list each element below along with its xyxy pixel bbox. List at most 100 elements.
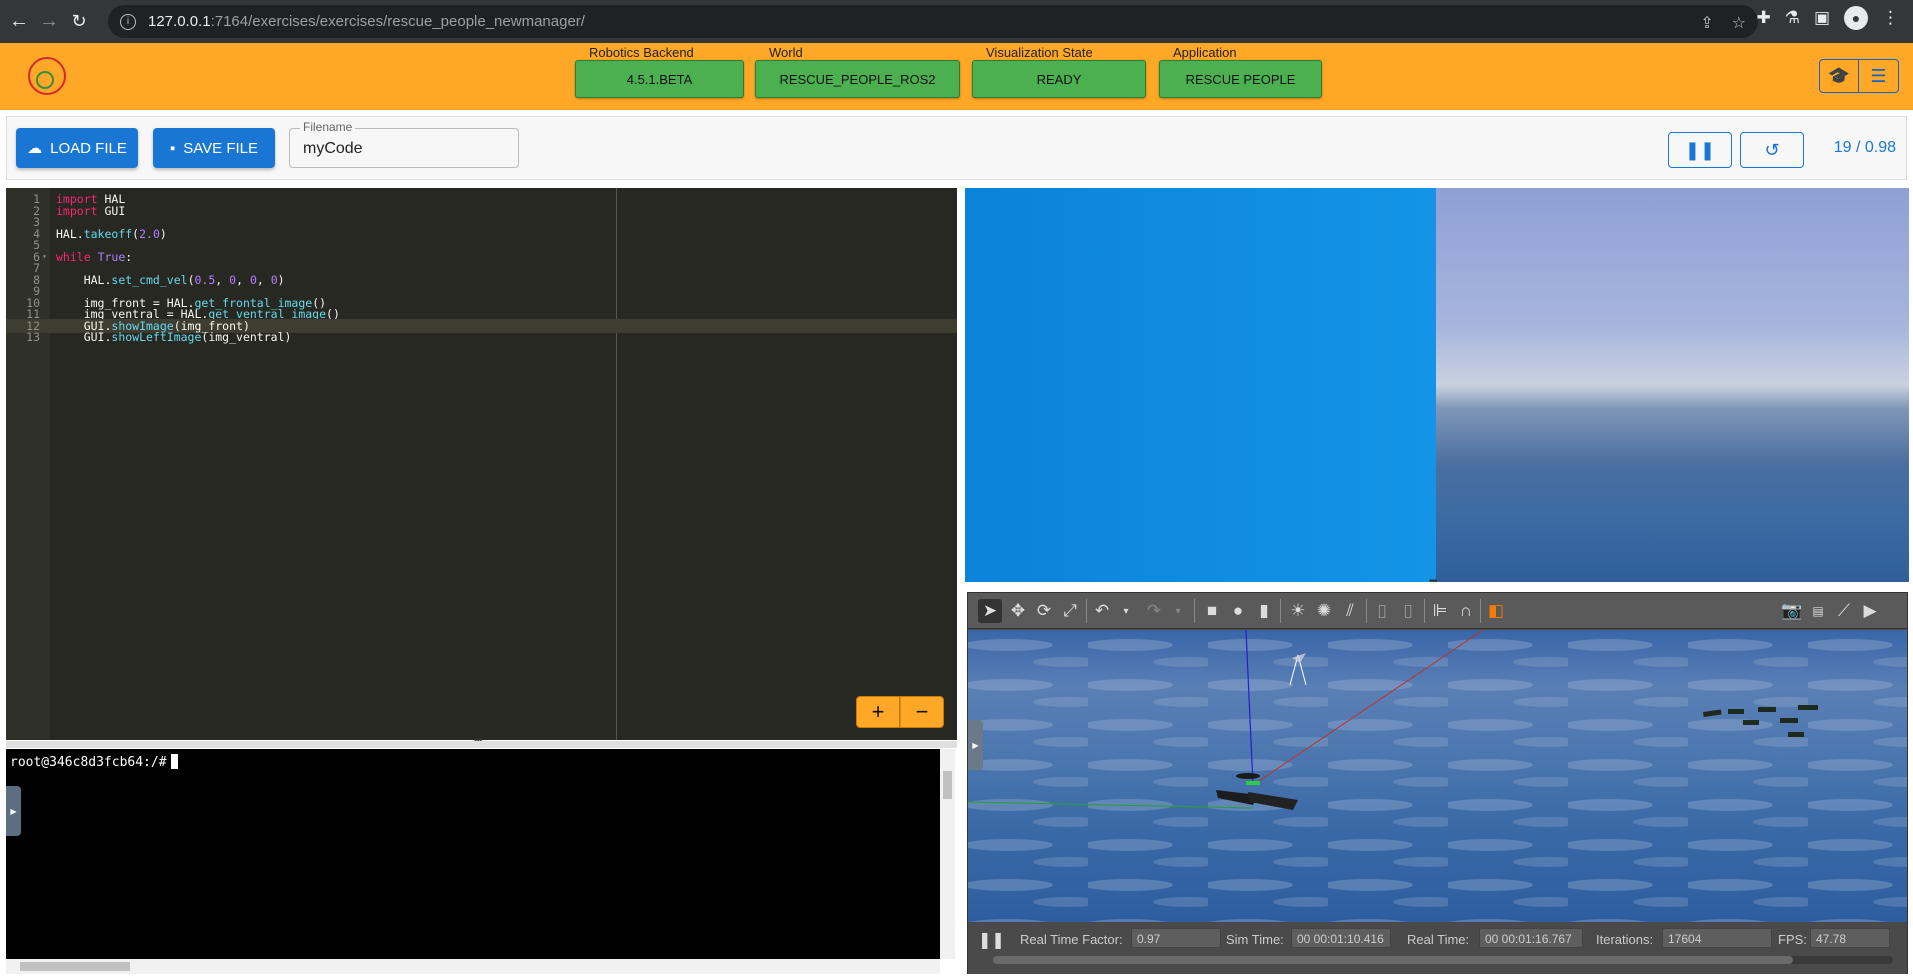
rtf-label: Real Time Factor: [1020, 932, 1123, 947]
status-visualization: Visualization State READY [972, 45, 1146, 98]
translate-move-icon[interactable]: ✥ [1006, 599, 1030, 623]
status-application: Application RESCUE PEOPLE [1159, 45, 1322, 98]
plot-icon[interactable]: ⟋ [1832, 599, 1856, 623]
code-editor[interactable]: 1 import HAL 2 import GUI 3 4 HAL.takeoff(2.0)… [6, 188, 957, 740]
share-icon[interactable]: ⇪ [1700, 13, 1713, 33]
labs-flask-icon[interactable]: ⚗ [1785, 8, 1800, 28]
extensions-puzzle-icon[interactable]: ✚ [1756, 8, 1770, 28]
gazebo-viewer: ➤ ✥ ⟳ ⤢ ↶ ▾ ↷ ▾ ■ ● ▮ ☀ ✺ ⫽ ▯ ▯ ⊫ ∩ ◧ 📷 … [967, 592, 1908, 974]
status-label: Robotics Backend [589, 45, 694, 60]
screenshot-camera-icon[interactable]: 📷 [1780, 599, 1804, 623]
reset-icon: ↺ [1764, 139, 1780, 160]
profile-avatar-icon[interactable]: ● [1844, 6, 1868, 30]
log-record-icon[interactable]: ▤ [1806, 599, 1830, 623]
view-angle-icon[interactable]: ◧ [1484, 599, 1508, 623]
gazebo-toolbar: ➤ ✥ ⟳ ⤢ ↶ ▾ ↷ ▾ ■ ● ▮ ☀ ✺ ⫽ ▯ ▯ ⊫ ∩ ◧ 📷 … [968, 593, 1907, 629]
forward-arrow-icon[interactable]: → [34, 6, 64, 36]
terminal-cursor [170, 754, 178, 769]
ventral-camera-view [965, 188, 1436, 582]
browser-menu-icon[interactable]: ⋮ [1882, 8, 1899, 28]
robotics-academy-logo-icon[interactable] [28, 57, 66, 95]
redo-icon[interactable]: ↷ [1142, 599, 1166, 623]
editor-zoom-controls: + − [856, 696, 944, 728]
status-value: 4.5.1.BETA [575, 60, 744, 98]
select-arrow-icon[interactable]: ➤ [978, 599, 1002, 623]
zoom-in-button[interactable]: + [856, 696, 900, 728]
sphere-shape-icon[interactable]: ● [1226, 599, 1250, 623]
redo-dropdown-icon[interactable]: ▾ [1166, 599, 1190, 623]
rtf-value: 0.97 [1131, 928, 1221, 948]
terminal[interactable]: root@346c8d3fcb64:/# [6, 749, 940, 959]
load-file-button[interactable]: ☁ LOAD FILE [16, 128, 138, 168]
save-file-button[interactable]: ▪ SAVE FILE [153, 128, 275, 168]
scene-drawing [968, 630, 1907, 922]
status-value: RESCUE_PEOPLE_ROS2 [755, 60, 960, 98]
terminal-prompt: root@346c8d3fcb64:/# [10, 754, 178, 770]
sim-time-value: 00 00:01:10.416 [1291, 928, 1391, 948]
back-arrow-icon[interactable]: ← [4, 6, 34, 36]
url-text: 127.0.0.1:7164/exercises/exercises/rescu… [148, 13, 585, 30]
terminal-horizontal-scrollbar[interactable] [6, 959, 940, 974]
bookmark-star-icon[interactable]: ☆ [1732, 13, 1746, 33]
real-time-value: 00 00:01:16.767 [1479, 928, 1583, 948]
site-info-icon[interactable]: i [120, 13, 136, 30]
code-line[interactable]: 13 GUI.showLeftImage(img_ventral) [6, 330, 957, 344]
sim-pause-icon[interactable]: ❚❚ [978, 930, 1005, 949]
pause-button[interactable]: ❚❚ [1668, 132, 1732, 168]
fps-label: FPS: [1778, 932, 1807, 947]
browser-toolbar: ← → ↻ i 127.0.0.1:7164/exercises/exercis… [0, 0, 1913, 43]
status-value: RESCUE PEOPLE [1159, 60, 1322, 98]
point-light-icon[interactable]: ☀ [1286, 599, 1310, 623]
status-label: Application [1173, 45, 1237, 60]
line-number: 13 [26, 330, 40, 344]
filename-field[interactable]: Filename myCode [289, 120, 519, 168]
sim-time-label: Sim Time: [1226, 932, 1284, 947]
pause-icon: ❚❚ [1684, 139, 1716, 160]
iterations-value: 17604 [1662, 928, 1772, 948]
address-bar[interactable]: i 127.0.0.1:7164/exercises/exercises/res… [108, 5, 1758, 38]
forum-chat-icon[interactable]: ☰ [1859, 59, 1899, 93]
gazebo-3d-scene[interactable]: ▶ [968, 630, 1907, 922]
filename-value[interactable]: myCode [303, 140, 363, 158]
status-value: READY [972, 60, 1146, 98]
snap-magnet-icon[interactable]: ∩ [1454, 599, 1478, 623]
align-icon[interactable]: ⊫ [1428, 599, 1452, 623]
floppy-save-icon: ▪ [169, 139, 176, 157]
university-icon[interactable]: 🎓 [1819, 59, 1859, 93]
status-world: World RESCUE_PEOPLE_ROS2 [755, 45, 960, 98]
video-record-icon[interactable]: ▶ [1858, 599, 1882, 623]
status-label: World [769, 45, 803, 60]
terminal-vertical-scrollbar[interactable] [940, 749, 955, 959]
cylinder-shape-icon[interactable]: ▮ [1252, 599, 1276, 623]
save-file-label: SAVE FILE [183, 139, 259, 157]
undo-dropdown-icon[interactable]: ▾ [1114, 599, 1138, 623]
frontal-camera-view [1436, 188, 1909, 582]
scale-icon[interactable]: ⤢ [1058, 599, 1082, 623]
rotate-icon[interactable]: ⟳ [1032, 599, 1056, 623]
reset-button[interactable]: ↺ [1740, 132, 1804, 168]
paste-icon[interactable]: ▯ [1396, 599, 1420, 623]
app-header: Robotics Backend 4.5.1.BETA World RESCUE… [0, 43, 1913, 110]
editor-terminal-splitter[interactable] [6, 735, 957, 748]
filename-label: Filename [300, 120, 356, 134]
side-panel-icon[interactable]: ▣ [1814, 8, 1830, 28]
undo-icon[interactable]: ↶ [1090, 599, 1114, 623]
terminal-drawer-handle[interactable]: ▶ [6, 786, 21, 836]
cloud-upload-icon: ☁ [27, 140, 43, 157]
editor-toolbar: ☁ LOAD FILE ▪ SAVE FILE Filename myCode … [6, 116, 1907, 180]
box-shape-icon[interactable]: ■ [1200, 599, 1224, 623]
status-label: Visualization State [986, 45, 1093, 60]
directional-light-icon[interactable]: ⫽ [1338, 599, 1362, 623]
fps-value: 47.78 [1810, 928, 1890, 948]
main-vertical-splitter[interactable] [957, 188, 965, 974]
copy-icon[interactable]: ▯ [1370, 599, 1394, 623]
gazebo-horizontal-scrollbar[interactable] [993, 956, 1893, 964]
gazebo-status-bar: ❚❚ Real Time Factor: 0.97 Sim Time: 00 0… [968, 922, 1907, 974]
spot-light-icon[interactable]: ✺ [1312, 599, 1336, 623]
status-robotics-backend: Robotics Backend 4.5.1.BETA [575, 45, 744, 98]
zoom-out-button[interactable]: − [900, 696, 944, 728]
reload-icon[interactable]: ↻ [64, 6, 94, 36]
gazebo-side-panel-handle[interactable]: ▶ [968, 720, 983, 770]
camera-gazebo-splitter[interactable] [965, 576, 1909, 591]
rtf-counter: 19 / 0.98 [1833, 139, 1896, 156]
